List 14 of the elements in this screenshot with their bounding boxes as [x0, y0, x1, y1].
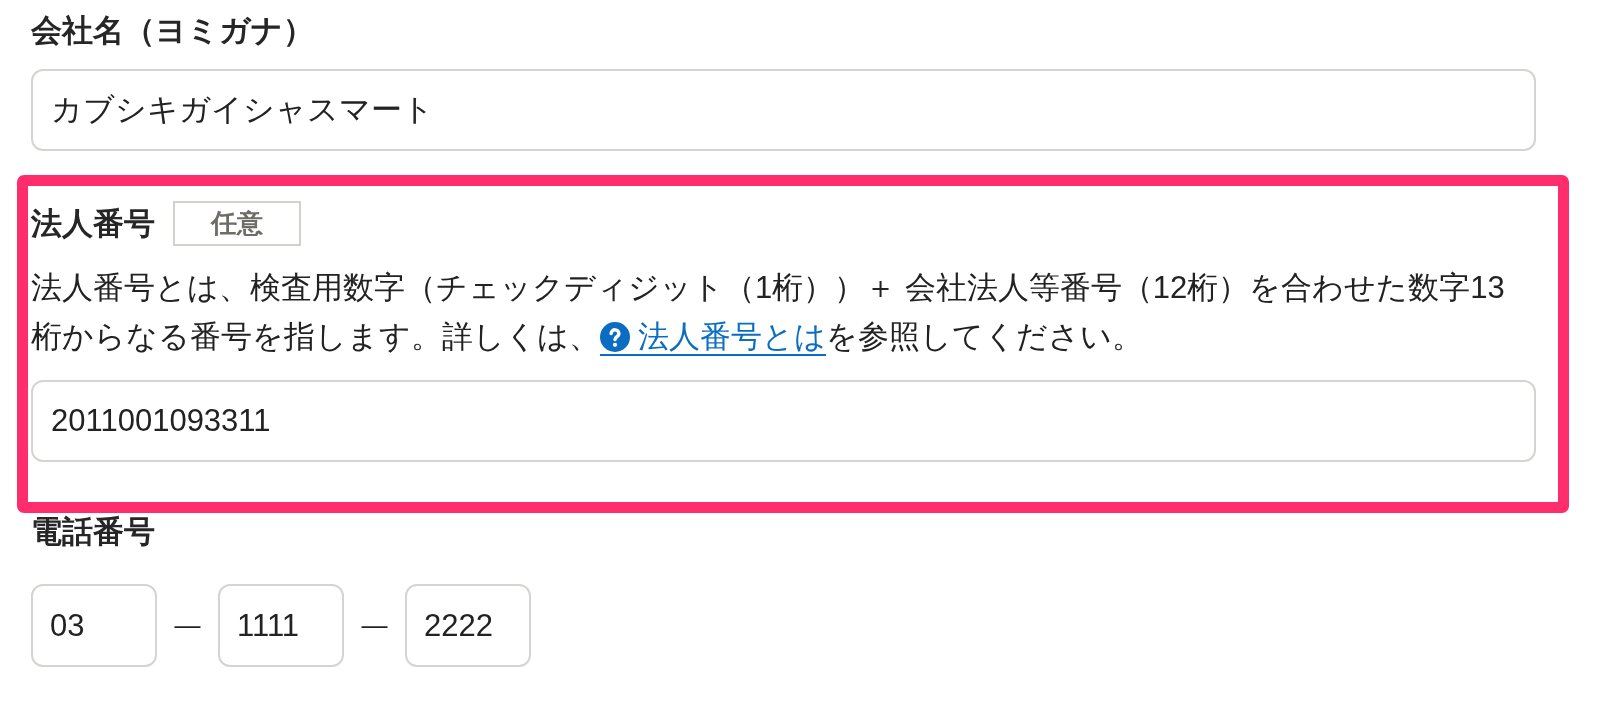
dash-separator: — — [173, 609, 202, 642]
input-field[interactable]: カブシキガイシャスマート — [31, 69, 1536, 151]
input-field[interactable]: 1111 — [218, 584, 344, 667]
optional-badge: 任意 — [173, 201, 301, 246]
input-field[interactable]: 03 — [31, 584, 157, 667]
field-label: 法人番号 — [31, 204, 155, 243]
help-icon — [600, 322, 630, 352]
field-label: 会社名（ヨミガナ） — [31, 13, 314, 49]
input-field[interactable]: 2222 — [405, 584, 531, 667]
field-label: 電話番号 — [31, 514, 155, 550]
description-text: 法人番号とは、検査用数字（チェックディジット（1桁））＋ 会社法人等番号（12桁）を合わせた数字13桁からなる番号を指します。詳しくは、 法人番号とはを参照してください。 — [31, 269, 1506, 358]
input-field[interactable]: 2011001093311 — [31, 380, 1536, 462]
help-link[interactable]: 法人番号とは — [600, 319, 826, 356]
dash-separator: — — [360, 609, 389, 642]
